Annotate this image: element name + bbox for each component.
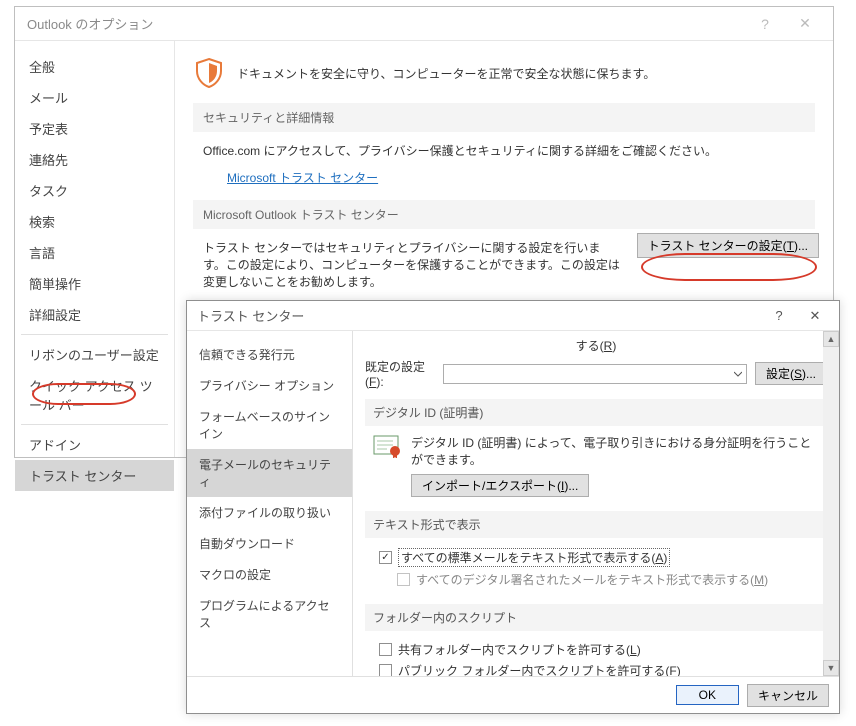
content-scrollbar[interactable]: ▲ ▼ — [823, 331, 839, 676]
cancel-button[interactable]: キャンセル — [747, 684, 829, 707]
section-folder-script-title: フォルダー内のスクリプト — [365, 604, 827, 631]
trust-center-footer: OK キャンセル — [187, 677, 839, 713]
checkbox-public-folder-script-label: パブリック フォルダー内でスクリプトを許可する(F) — [398, 662, 681, 676]
checkbox-signed-plain-text-label: すべてのデジタル署名されたメールをテキスト形式で表示する(M) — [416, 571, 768, 588]
shield-icon — [193, 57, 225, 89]
checkbox-all-plain-text-label: すべての標準メールをテキスト形式で表示する(A) — [398, 548, 670, 567]
section-security-info-title: セキュリティと詳細情報 — [193, 103, 815, 132]
tc-item-attachments[interactable]: 添付ファイルの取り扱い — [187, 497, 352, 528]
help-icon[interactable]: ? — [761, 301, 797, 330]
sidebar-item-addins[interactable]: アドイン — [15, 429, 174, 460]
checkbox-all-plain-text[interactable]: ✓ — [379, 551, 392, 564]
outlook-tc-text: トラスト センターではセキュリティとプライバシーに関する設定を行います。この設定… — [203, 239, 623, 290]
tc-item-macro[interactable]: マクロの設定 — [187, 559, 352, 590]
sidebar-item-qat[interactable]: クイック アクセス ツール バー — [15, 370, 174, 420]
sidebar-item-advanced[interactable]: 詳細設定 — [15, 299, 174, 330]
certificate-icon — [373, 434, 403, 458]
close-icon[interactable]: ✕ — [785, 7, 825, 40]
default-settings-label: 既定の設定 (F): — [365, 358, 435, 389]
trust-center-sidebar: 信頼できる発行元 プライバシー オプション フォームベースのサインイン 電子メー… — [187, 331, 353, 676]
checkbox-shared-folder-script[interactable] — [379, 643, 392, 656]
tc-item-form-signin[interactable]: フォームベースのサインイン — [187, 401, 352, 449]
section-text-format-title: テキスト形式で表示 — [365, 511, 827, 538]
tc-item-trusted-publishers[interactable]: 信頼できる発行元 — [187, 339, 352, 370]
checkbox-shared-folder-script-label: 共有フォルダー内でスクリプトを許可する(L) — [398, 641, 641, 658]
ms-trust-center-link[interactable]: Microsoft トラスト センター — [227, 171, 378, 185]
sidebar-item-calendar[interactable]: 予定表 — [15, 113, 174, 144]
security-info-text: Office.com にアクセスして、プライバシー保護とセキュリティに関する詳細… — [203, 142, 805, 159]
help-icon[interactable]: ? — [745, 7, 785, 40]
close-icon[interactable]: ✕ — [797, 301, 833, 330]
tc-item-privacy-options[interactable]: プライバシー オプション — [187, 370, 352, 401]
headline-text: ドキュメントを安全に守り、コンピューターを正常で安全な状態に保ちます。 — [237, 65, 655, 82]
sidebar-item-search[interactable]: 検索 — [15, 206, 174, 237]
checkbox-signed-plain-text[interactable] — [397, 573, 410, 586]
options-titlebar: Outlook のオプション ? ✕ — [15, 7, 833, 41]
scroll-down-icon[interactable]: ▼ — [823, 660, 839, 676]
sidebar-item-general[interactable]: 全般 — [15, 51, 174, 82]
chevron-down-icon — [734, 370, 742, 378]
tc-item-program-access[interactable]: プログラムによるアクセス — [187, 590, 352, 638]
settings-button[interactable]: 設定(S)... — [755, 362, 827, 385]
trust-center-title: トラスト センター — [197, 306, 304, 325]
import-export-button[interactable]: インポート/エクスポート(I)... — [411, 474, 589, 497]
sidebar-item-ribbon[interactable]: リボンのユーザー設定 — [15, 339, 174, 370]
section-digital-id-title: デジタル ID (証明書) — [365, 399, 827, 426]
suru-label: する(R) — [576, 337, 617, 354]
sidebar-item-trust-center[interactable]: トラスト センター — [15, 460, 174, 491]
sidebar-item-contacts[interactable]: 連絡先 — [15, 144, 174, 175]
default-settings-select[interactable] — [443, 364, 747, 384]
tc-item-email-security[interactable]: 電子メールのセキュリティ — [187, 449, 352, 497]
ok-button[interactable]: OK — [676, 685, 739, 705]
sidebar-item-ease[interactable]: 簡単操作 — [15, 268, 174, 299]
scroll-up-icon[interactable]: ▲ — [823, 331, 839, 347]
tc-item-auto-download[interactable]: 自動ダウンロード — [187, 528, 352, 559]
sidebar-item-tasks[interactable]: タスク — [15, 175, 174, 206]
trust-center-settings-button[interactable]: トラスト センターの設定(T)... — [637, 233, 819, 258]
trust-center-window: トラスト センター ? ✕ 信頼できる発行元 プライバシー オプション フォーム… — [186, 300, 840, 714]
sidebar-item-mail[interactable]: メール — [15, 82, 174, 113]
options-title: Outlook のオプション — [27, 14, 153, 33]
sidebar-item-language[interactable]: 言語 — [15, 237, 174, 268]
section-outlook-tc-title: Microsoft Outlook トラスト センター — [193, 200, 815, 229]
checkbox-public-folder-script[interactable] — [379, 664, 392, 676]
options-sidebar: 全般 メール 予定表 連絡先 タスク 検索 言語 簡単操作 詳細設定 リボンのユ… — [15, 41, 175, 457]
trust-center-content: する(R) 既定の設定 (F): 設定(S)... デジタル ID (証明書) — [353, 331, 839, 676]
trust-center-titlebar: トラスト センター ? ✕ — [187, 301, 839, 331]
digital-id-text: デジタル ID (証明書) によって、電子取り引きにおける身分証明を行うことがで… — [411, 434, 819, 468]
